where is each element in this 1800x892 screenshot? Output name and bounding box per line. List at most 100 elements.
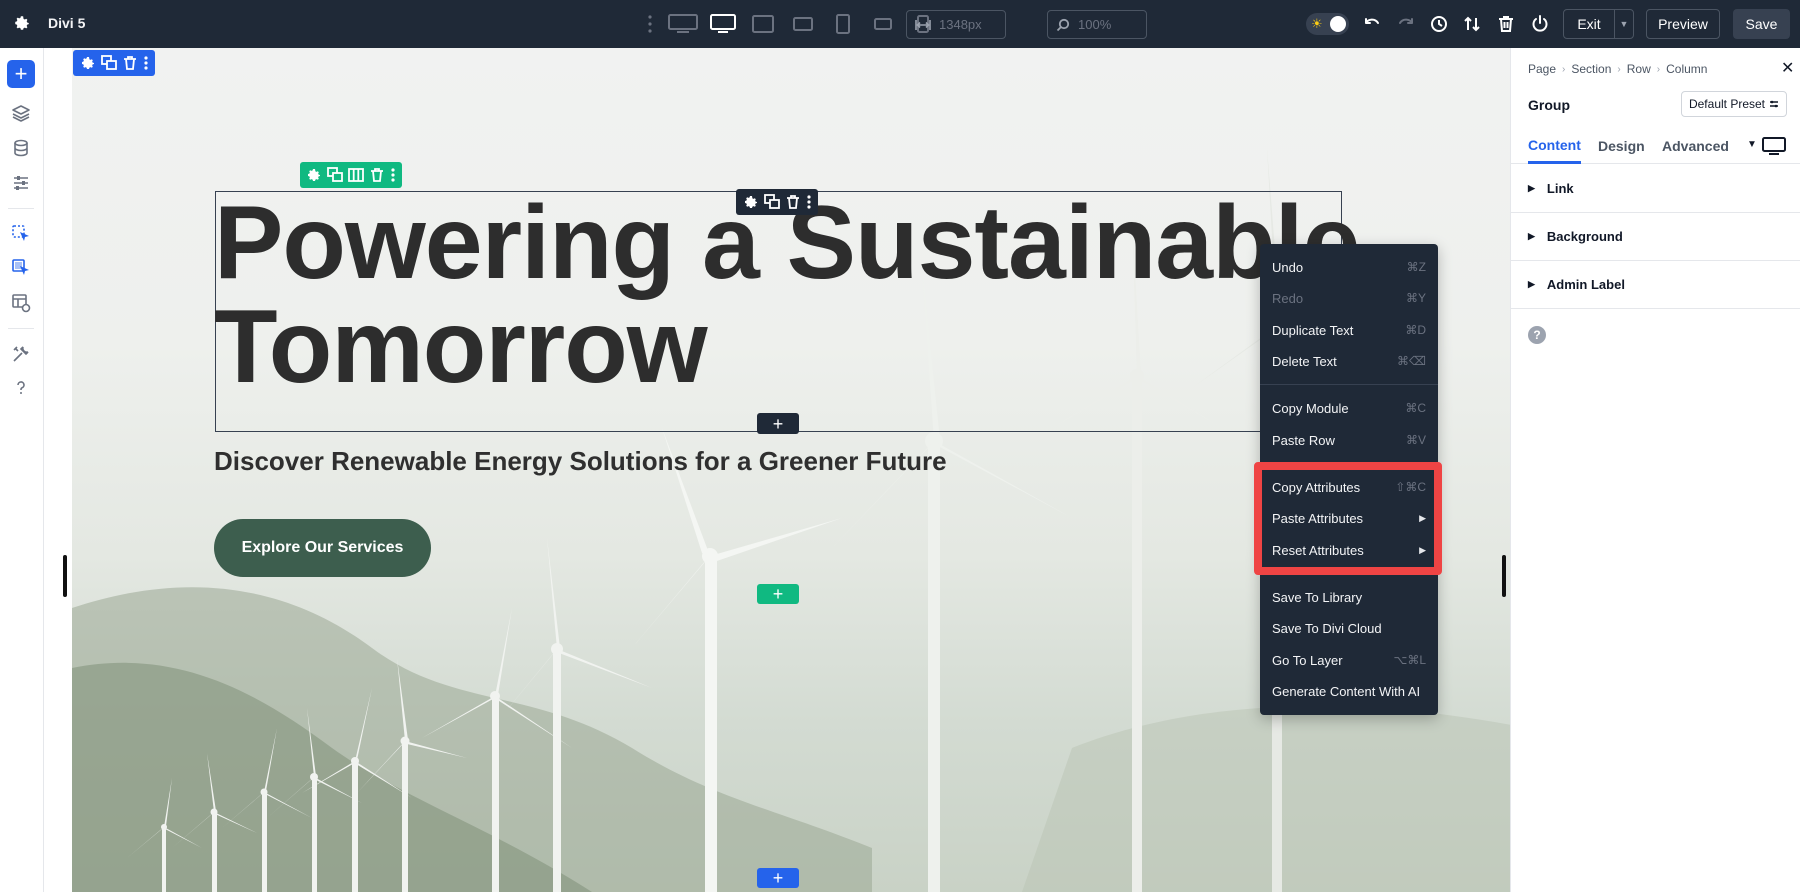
canvas-width-field[interactable]: 1348px (906, 10, 1006, 39)
undo-icon[interactable] (1362, 14, 1382, 34)
help-icon[interactable]: ? (1528, 326, 1546, 344)
accordion-admin-label[interactable]: ▶ Admin Label (1511, 261, 1800, 309)
history-icon[interactable] (1429, 14, 1449, 34)
layers-icon[interactable] (11, 103, 31, 123)
settings-panel: Page › Section › Row › Column ✕ Group De… (1510, 48, 1800, 892)
preset-select[interactable]: Default Preset (1681, 91, 1787, 117)
plus-icon: + (772, 584, 784, 604)
menu-item-label: Redo (1272, 290, 1304, 306)
menu-item-label: Go To Layer (1272, 652, 1343, 668)
menu-item-go-to-layer[interactable]: Go To Layer ⌥⌘L (1260, 647, 1438, 673)
power-icon[interactable] (1530, 14, 1550, 34)
breadcrumb-page[interactable]: Page (1528, 62, 1556, 76)
chevron-right-icon: › (1617, 63, 1621, 75)
resize-handle-right[interactable] (1502, 555, 1506, 597)
sort-icon[interactable] (1462, 14, 1482, 34)
gear-icon[interactable] (743, 194, 759, 210)
gear-icon[interactable] (80, 55, 96, 71)
layout-icon[interactable] (11, 293, 31, 313)
explore-services-button[interactable]: Explore Our Services (214, 519, 431, 577)
preset-label: Default Preset (1688, 97, 1766, 111)
tab-advanced[interactable]: Advanced (1662, 128, 1729, 164)
menu-item-delete-text[interactable]: Delete Text ⌘⌫ (1260, 348, 1438, 374)
kebab-icon[interactable] (806, 194, 812, 210)
menu-item-label: Save To Divi Cloud (1272, 620, 1382, 636)
caret-right-icon: ▶ (1528, 183, 1535, 193)
section-toolbar (73, 50, 155, 76)
duplicate-icon[interactable] (100, 55, 117, 71)
shortcut-label: ⌘⌫ (1397, 354, 1426, 368)
preview-button[interactable]: Preview (1646, 9, 1720, 39)
tablet-landscape-icon[interactable] (748, 11, 778, 37)
duplicate-icon[interactable] (763, 194, 780, 210)
divider (8, 208, 34, 209)
zoom-field[interactable]: 100% (1047, 10, 1147, 39)
database-icon[interactable] (11, 138, 31, 158)
multi-pointer-icon[interactable] (11, 258, 31, 278)
menu-item-redo[interactable]: Redo ⌘Y (1260, 285, 1438, 311)
accordion-background[interactable]: ▶ Background (1511, 213, 1800, 261)
tablet-portrait-icon[interactable] (828, 11, 858, 37)
columns-icon[interactable] (348, 167, 364, 183)
breadcrumb-section[interactable]: Section (1571, 62, 1611, 76)
monitor-icon[interactable] (1762, 137, 1786, 157)
kebab-icon[interactable] (647, 14, 653, 34)
exit-button[interactable]: Exit (1563, 9, 1615, 39)
kebab-icon[interactable] (143, 55, 149, 71)
menu-item-undo[interactable]: Undo ⌘Z (1260, 254, 1438, 280)
menu-item-label: Duplicate Text (1272, 322, 1354, 338)
kebab-icon[interactable] (390, 167, 396, 183)
accordion-link[interactable]: ▶ Link (1511, 165, 1800, 213)
app-title: Divi 5 (48, 15, 86, 31)
desktop-icon[interactable] (708, 11, 738, 37)
phone-landscape-icon[interactable] (868, 11, 898, 37)
save-button[interactable]: Save (1733, 9, 1790, 39)
attributes-highlight-box (1254, 462, 1442, 575)
width-icon (915, 19, 931, 30)
menu-item-duplicate-text[interactable]: Duplicate Text ⌘D (1260, 317, 1438, 343)
hero-subheadline[interactable]: Discover Renewable Energy Solutions for … (214, 446, 947, 477)
shortcut-label: ⌘V (1405, 433, 1426, 447)
breadcrumb-row[interactable]: Row (1627, 62, 1651, 76)
top-bar: Divi 5 1348px 100% ☀ Exit ▼ Preview Save (0, 0, 1800, 48)
pointer-icon[interactable] (11, 224, 31, 244)
hero-headline[interactable]: Powering a Sustainable Tomorrow (214, 191, 1364, 399)
trash-icon[interactable] (785, 194, 801, 210)
shortcut-label: ⌘D (1405, 323, 1426, 337)
chevron-down-icon: ▼ (1619, 19, 1629, 29)
trash-icon[interactable] (369, 167, 385, 183)
desktop-wide-icon[interactable] (668, 11, 698, 37)
theme-toggle[interactable]: ☀ (1306, 13, 1349, 35)
close-icon[interactable]: ✕ (1781, 61, 1794, 77)
sliders-icon[interactable] (11, 173, 31, 193)
tab-design[interactable]: Design (1598, 128, 1645, 164)
menu-item-generate-content-ai[interactable]: Generate Content With AI (1260, 678, 1438, 704)
resize-handle-left[interactable] (63, 555, 67, 597)
add-section-button[interactable]: + (757, 868, 799, 888)
breadcrumb-column[interactable]: Column (1666, 62, 1707, 76)
shortcut-label: ⌥⌘L (1393, 653, 1426, 667)
menu-item-copy-module[interactable]: Copy Module ⌘C (1260, 395, 1438, 421)
exit-dropdown-button[interactable]: ▼ (1614, 9, 1634, 39)
add-module-button[interactable]: + (7, 60, 35, 88)
question-icon[interactable] (11, 378, 31, 398)
menu-item-save-to-library[interactable]: Save To Library (1260, 584, 1438, 610)
chevron-down-icon[interactable]: ▼ (1747, 139, 1757, 150)
wrench-icon[interactable] (11, 344, 31, 364)
redo-icon[interactable] (1396, 14, 1416, 34)
gear-icon[interactable] (306, 167, 322, 183)
tab-content[interactable]: Content (1528, 128, 1581, 164)
gear-icon[interactable] (13, 14, 31, 32)
trash-icon[interactable] (1496, 14, 1516, 34)
caret-right-icon: ▶ (1528, 231, 1535, 241)
add-row-button[interactable]: + (757, 584, 799, 604)
device-switcher (668, 11, 938, 37)
duplicate-icon[interactable] (327, 167, 344, 183)
menu-item-paste-row[interactable]: Paste Row ⌘V (1260, 427, 1438, 453)
tablet-icon[interactable] (788, 11, 818, 37)
shortcut-label: ⌘Y (1405, 291, 1426, 305)
add-module-button[interactable]: + (757, 413, 799, 434)
menu-item-save-to-divi-cloud[interactable]: Save To Divi Cloud (1260, 615, 1438, 641)
trash-icon[interactable] (122, 55, 138, 71)
plus-icon: + (14, 61, 28, 86)
